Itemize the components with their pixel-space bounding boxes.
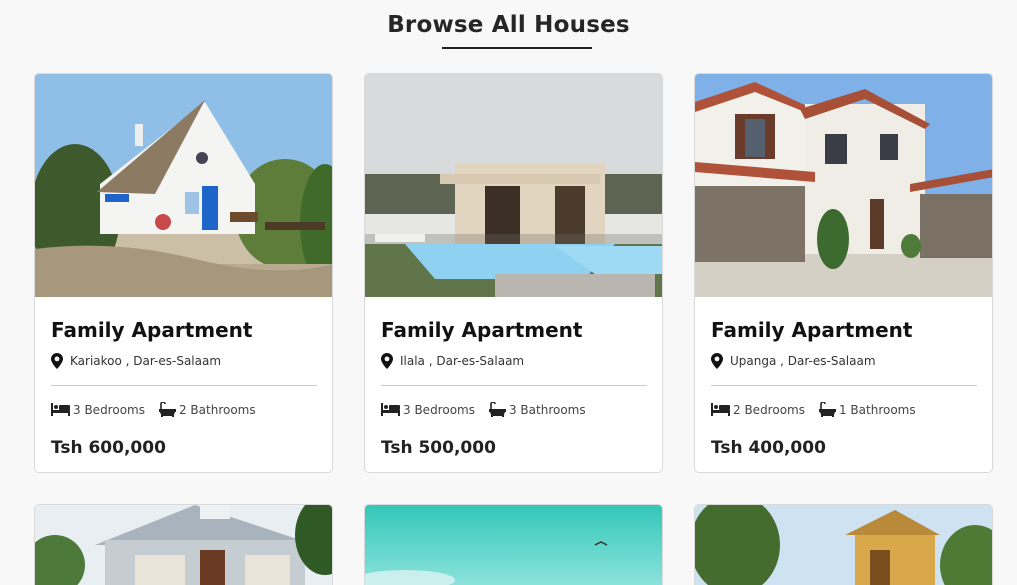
listing-title[interactable]: Family Apartment: [381, 318, 582, 342]
divider: [51, 385, 317, 386]
bedrooms-text: 2 Bedrooms: [733, 402, 805, 417]
house-photo[interactable]: [365, 74, 662, 297]
house-photo[interactable]: [695, 74, 992, 297]
listing-title[interactable]: Family Apartment: [51, 318, 252, 342]
listing-location: Kariakoo , Dar-es-Salaam: [51, 353, 221, 369]
bathrooms-feature: 1 Bathrooms: [818, 402, 916, 417]
listing-card-6[interactable]: [694, 504, 993, 585]
bedrooms-text: 3 Bedrooms: [73, 402, 145, 417]
listing-features: 3 Bedrooms 2 Bathrooms: [51, 402, 256, 417]
map-pin-icon: [381, 353, 393, 369]
house-photo[interactable]: [695, 505, 992, 585]
listing-price: Tsh 600,000: [51, 438, 166, 458]
location-text: Upanga , Dar-es-Salaam: [730, 354, 876, 368]
bathrooms-feature: 3 Bathrooms: [488, 402, 586, 417]
bedrooms-feature: 3 Bedrooms: [381, 403, 475, 417]
divider: [711, 385, 977, 386]
listing-card-2[interactable]: Family Apartment Ilala , Dar-es-Salaam 3…: [364, 73, 663, 473]
listing-card-1[interactable]: Family Apartment Kariakoo , Dar-es-Salaa…: [34, 73, 333, 473]
bedrooms-feature: 2 Bedrooms: [711, 403, 805, 417]
bed-icon: [51, 403, 70, 416]
location-text: Kariakoo , Dar-es-Salaam: [70, 354, 222, 368]
listing-title[interactable]: Family Apartment: [711, 318, 912, 342]
listing-features: 3 Bedrooms 3 Bathrooms: [381, 402, 586, 417]
listing-card-4[interactable]: [34, 504, 333, 585]
listing-location: Ilala , Dar-es-Salaam: [381, 353, 524, 369]
house-photo[interactable]: [365, 505, 662, 585]
house-photo[interactable]: [35, 74, 332, 297]
bathtub-icon: [488, 402, 506, 417]
title-underline: [442, 47, 592, 49]
bedrooms-text: 3 Bedrooms: [403, 402, 475, 417]
listing-card-5[interactable]: [364, 504, 663, 585]
listing-features: 2 Bedrooms 1 Bathrooms: [711, 402, 916, 417]
bathtub-icon: [818, 402, 836, 417]
map-pin-icon: [711, 353, 723, 369]
bathrooms-text: 1 Bathrooms: [838, 402, 916, 417]
listing-price: Tsh 500,000: [381, 438, 496, 458]
listing-location: Upanga , Dar-es-Salaam: [711, 353, 876, 369]
listing-card-3[interactable]: Family Apartment Upanga , Dar-es-Salaam …: [694, 73, 993, 473]
listing-price: Tsh 400,000: [711, 438, 826, 458]
bed-icon: [381, 403, 400, 416]
house-photo[interactable]: [35, 505, 332, 585]
bathrooms-text: 2 Bathrooms: [178, 402, 256, 417]
bed-icon: [711, 403, 730, 416]
map-pin-icon: [51, 353, 63, 369]
bathrooms-text: 3 Bathrooms: [508, 402, 586, 417]
bathrooms-feature: 2 Bathrooms: [158, 402, 256, 417]
bathtub-icon: [158, 402, 176, 417]
page-title: Browse All Houses: [387, 12, 630, 38]
location-text: Ilala , Dar-es-Salaam: [400, 354, 525, 368]
bedrooms-feature: 3 Bedrooms: [51, 403, 145, 417]
divider: [381, 385, 647, 386]
